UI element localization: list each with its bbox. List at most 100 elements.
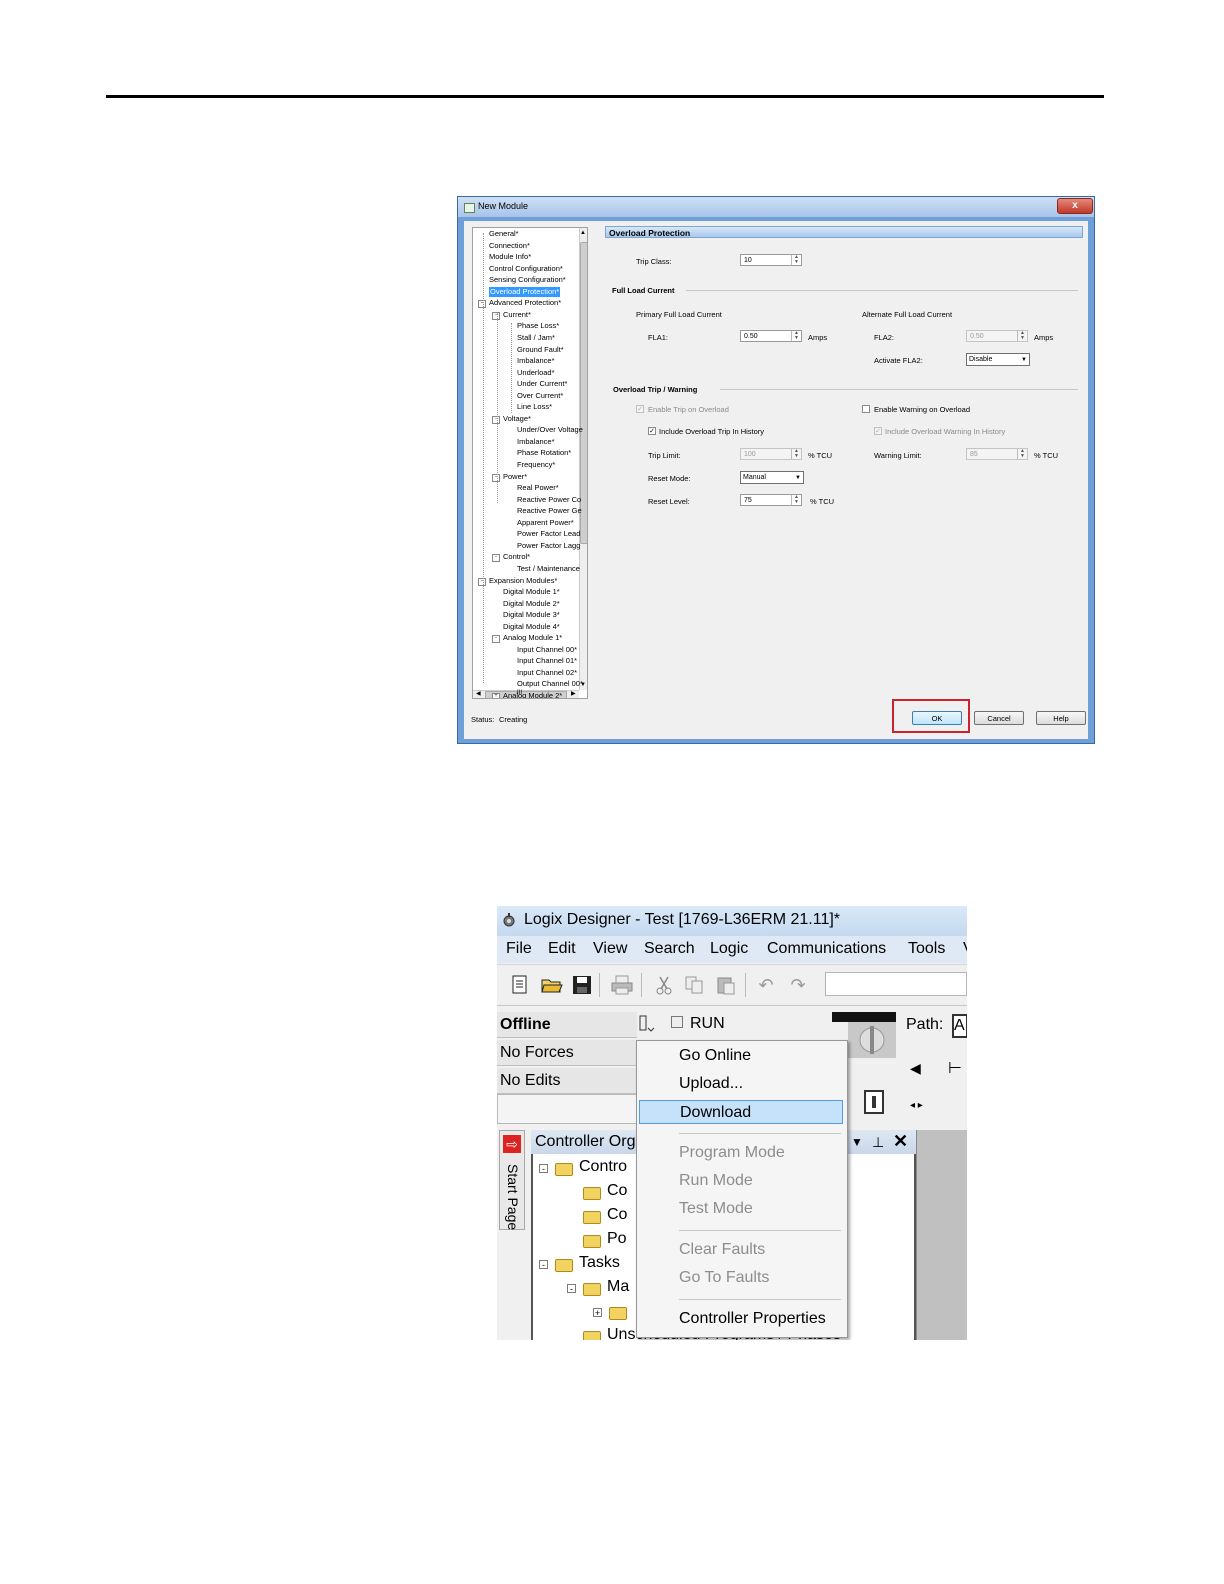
menu-file[interactable]: File bbox=[506, 940, 532, 958]
open-folder-icon[interactable] bbox=[541, 974, 563, 996]
menu-v[interactable]: V bbox=[963, 940, 967, 958]
menu-item-program-mode[interactable]: Program Mode bbox=[639, 1141, 843, 1165]
tree-item[interactable]: Input Channel 00* bbox=[517, 645, 577, 655]
reset-mode-select[interactable]: Manual ▼ bbox=[740, 471, 804, 484]
tree-item[interactable]: Reactive Power Ge bbox=[517, 506, 582, 516]
menu-logic[interactable]: Logic bbox=[710, 940, 748, 958]
tree-item[interactable]: Test / Maintenance bbox=[517, 564, 580, 574]
organizer-tree-item[interactable]: Tasks bbox=[579, 1254, 620, 1272]
tree-item[interactable]: Sensing Configuration* bbox=[489, 275, 566, 285]
tree-item[interactable]: Apparent Power* bbox=[517, 518, 574, 528]
tree-item[interactable]: Digital Module 3* bbox=[503, 610, 560, 620]
tree-item[interactable]: Connection* bbox=[489, 241, 530, 251]
include-trip-history-checkbox[interactable]: ✓ bbox=[648, 427, 656, 435]
scroll-up-icon[interactable]: ▲ bbox=[580, 230, 586, 236]
tree-item[interactable]: Analog Module 1* bbox=[503, 633, 562, 643]
spinner-arrows-icon[interactable]: ▲ ▼ bbox=[791, 449, 801, 459]
fla1-spinner[interactable]: 0.50 ▲ ▼ bbox=[740, 330, 802, 342]
tree-item[interactable]: Digital Module 2* bbox=[503, 599, 560, 609]
tree-item[interactable]: Output Channel 00* bbox=[517, 679, 583, 689]
collapse-icon[interactable]: - bbox=[492, 554, 500, 563]
collapse-icon[interactable]: - bbox=[478, 300, 486, 309]
trip-limit-spinner[interactable]: 100 ▲ ▼ bbox=[740, 448, 802, 460]
menu-item-controller-properties[interactable]: Controller Properties bbox=[639, 1307, 843, 1331]
menu-communications[interactable]: Communications bbox=[767, 940, 886, 958]
collapse-icon[interactable]: - bbox=[478, 577, 486, 586]
close-icon[interactable]: ✕ bbox=[893, 1129, 908, 1153]
collapse-icon[interactable]: - bbox=[492, 635, 500, 644]
paste-icon[interactable] bbox=[715, 974, 737, 996]
tree-item[interactable]: Power Factor Lead bbox=[517, 529, 580, 539]
tree-item[interactable]: Frequency* bbox=[517, 460, 555, 470]
spinner-arrows-icon[interactable]: ▲ ▼ bbox=[791, 255, 801, 265]
tree-item[interactable]: Imbalance* bbox=[517, 437, 555, 447]
tree-item[interactable]: Ground Fault* bbox=[517, 345, 564, 355]
print-icon[interactable] bbox=[611, 974, 633, 996]
organizer-tree-item[interactable]: Ma bbox=[607, 1278, 629, 1296]
collapse-icon[interactable]: - bbox=[492, 311, 500, 320]
path-field[interactable]: A bbox=[952, 1014, 967, 1038]
tree-item[interactable]: Overload Protection* bbox=[489, 286, 561, 297]
redo-icon[interactable]: ↷ bbox=[787, 974, 809, 996]
collapse-icon[interactable]: - bbox=[539, 1164, 548, 1174]
collapse-icon[interactable]: - bbox=[492, 473, 500, 482]
spinner-arrows-icon[interactable]: ▲ ▼ bbox=[1017, 449, 1027, 459]
scroll-right-icon[interactable]: ▶ bbox=[571, 690, 576, 697]
tree-item[interactable]: Analog Module 2* bbox=[503, 691, 562, 698]
tree-item[interactable]: Input Channel 02* bbox=[517, 668, 577, 678]
menu-item-upload[interactable]: Upload... bbox=[639, 1072, 843, 1096]
organizer-tree-item[interactable]: Co bbox=[607, 1206, 627, 1224]
activate-fla2-select[interactable]: Disable ▼ bbox=[966, 353, 1030, 366]
tree-item[interactable]: Reactive Power Co bbox=[517, 495, 581, 505]
toolbar-combo-box[interactable] bbox=[825, 972, 967, 996]
menu-item-go-to-faults[interactable]: Go To Faults bbox=[639, 1266, 843, 1290]
branch-icon[interactable]: ⊢ bbox=[948, 1058, 962, 1078]
tree-item[interactable]: Module Info* bbox=[489, 252, 531, 262]
tree-item[interactable]: Control Configuration* bbox=[489, 264, 563, 274]
pin-icon[interactable]: ⊥ bbox=[872, 1130, 884, 1154]
copy-icon[interactable] bbox=[683, 974, 705, 996]
dialog-titlebar[interactable]: New Module x bbox=[458, 197, 1094, 217]
menu-item-go-online[interactable]: Go Online bbox=[639, 1044, 843, 1068]
tree-item[interactable]: Current* bbox=[503, 310, 531, 320]
cancel-button[interactable]: Cancel bbox=[974, 711, 1024, 725]
tree-item[interactable]: Voltage* bbox=[503, 414, 531, 424]
tree-item[interactable]: General* bbox=[489, 229, 519, 239]
spinner-arrows-icon[interactable]: ▲ ▼ bbox=[791, 331, 801, 341]
collapse-icon[interactable]: - bbox=[492, 415, 500, 424]
help-button[interactable]: Help bbox=[1036, 711, 1086, 725]
tree-item[interactable]: Line Loss* bbox=[517, 402, 552, 412]
enable-warning-checkbox[interactable] bbox=[862, 405, 870, 413]
tree-item[interactable]: Control* bbox=[503, 552, 530, 562]
controller-mode-icon[interactable] bbox=[639, 1014, 655, 1034]
tree-item[interactable]: Input Channel 01* bbox=[517, 656, 577, 666]
organizer-tree-item[interactable]: Contro bbox=[579, 1158, 627, 1176]
ok-button[interactable]: OK bbox=[912, 711, 962, 725]
menu-view[interactable]: View bbox=[593, 940, 627, 958]
expand-icon[interactable]: + bbox=[492, 693, 500, 698]
tree-item[interactable]: Under Current* bbox=[517, 379, 567, 389]
spinner-arrows-icon[interactable]: ▲ ▼ bbox=[1017, 331, 1027, 341]
tree-item[interactable]: Advanced Protection* bbox=[489, 298, 561, 308]
expand-icon[interactable]: + bbox=[593, 1308, 602, 1318]
tree-item[interactable]: Phase Loss* bbox=[517, 321, 559, 331]
new-file-icon[interactable] bbox=[509, 974, 531, 996]
organizer-tree-item[interactable]: Po bbox=[607, 1230, 627, 1248]
menu-item-test-mode[interactable]: Test Mode bbox=[639, 1197, 843, 1221]
tree-item[interactable]: Digital Module 1* bbox=[503, 587, 560, 597]
nav-arrows-icon[interactable]: ◂ ▸ bbox=[910, 1100, 923, 1111]
category-tree[interactable]: ▲ ▼ ◀ ▶ III General* Connection* Module In… bbox=[472, 227, 588, 699]
collapse-icon[interactable]: - bbox=[567, 1284, 576, 1294]
menu-search[interactable]: Search bbox=[644, 940, 695, 958]
tree-item[interactable]: Phase Rotation* bbox=[517, 448, 571, 458]
menu-item-run-mode[interactable]: Run Mode bbox=[639, 1169, 843, 1193]
tree-item[interactable]: Imbalance* bbox=[517, 356, 555, 366]
tree-item[interactable]: Expansion Modules* bbox=[489, 576, 557, 586]
tree-item[interactable]: Real Power* bbox=[517, 483, 559, 493]
save-icon[interactable] bbox=[571, 974, 593, 996]
reset-level-spinner[interactable]: 75 ▲ ▼ bbox=[740, 494, 802, 506]
menu-tools[interactable]: Tools bbox=[908, 940, 945, 958]
scroll-left-icon[interactable]: ◀ bbox=[476, 690, 481, 697]
organizer-tree-item[interactable]: Co bbox=[607, 1182, 627, 1200]
tree-item[interactable]: Stall / Jam* bbox=[517, 333, 555, 343]
